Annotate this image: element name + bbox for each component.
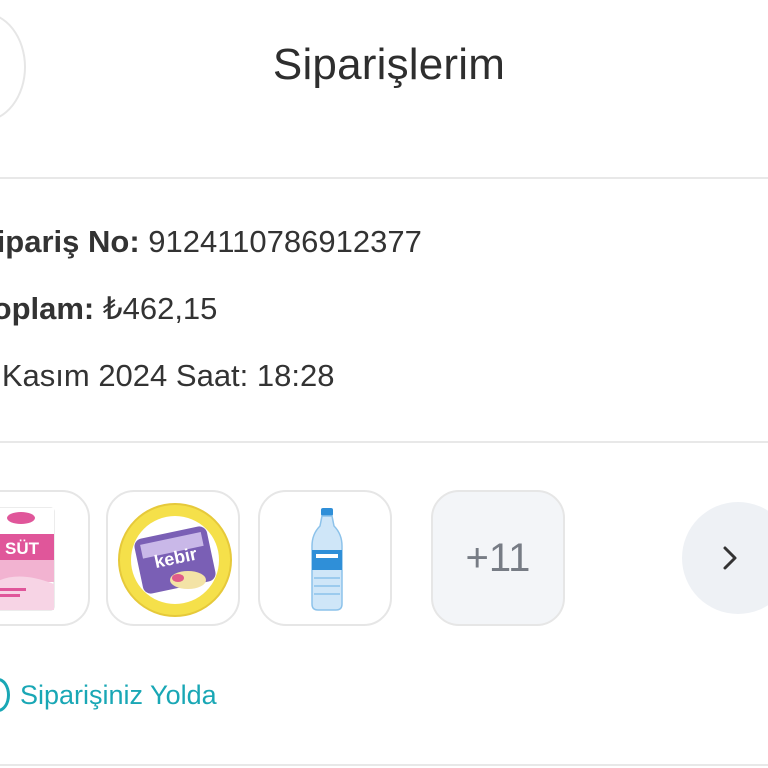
milk-carton-image: SÜT <box>0 507 55 611</box>
product-thumb-milk[interactable]: SÜT <box>0 490 90 626</box>
more-items-badge[interactable]: +11 <box>431 490 565 626</box>
order-number-value: 9124110786912377 <box>148 224 422 259</box>
order-status: Siparişiniz Yolda <box>0 678 217 712</box>
order-total-value: ₺462,15 <box>102 291 218 326</box>
water-bottle-image <box>311 508 343 611</box>
product-thumb-cheese[interactable]: kebir <box>106 490 240 626</box>
milk-label-text: SÜT <box>5 539 40 558</box>
cheese-package-image: kebir <box>118 503 232 617</box>
order-date: 9 Kasım 2024 Saat: 18:28 <box>0 358 335 393</box>
bottom-divider <box>0 764 768 766</box>
order-total-row: Toplam: ₺462,15 <box>0 291 217 327</box>
status-text: Siparişiniz Yolda <box>20 679 217 710</box>
order-number-row: Sipariş No: 9124110786912377 <box>0 224 422 260</box>
order-number-label: Sipariş No: <box>0 224 140 259</box>
product-thumb-water[interactable] <box>258 490 392 626</box>
order-total-label: Toplam: <box>0 291 95 326</box>
header-divider <box>0 177 768 179</box>
next-items-button[interactable] <box>682 502 768 614</box>
more-items-count: +11 <box>465 535 531 580</box>
info-divider <box>0 441 768 443</box>
orders-screen: Siparişlerim Sipariş No: 912411078691237… <box>0 0 768 768</box>
status-clock-icon <box>0 678 10 712</box>
page-title: Siparişlerim <box>272 40 506 89</box>
chevron-right-icon <box>723 546 737 570</box>
